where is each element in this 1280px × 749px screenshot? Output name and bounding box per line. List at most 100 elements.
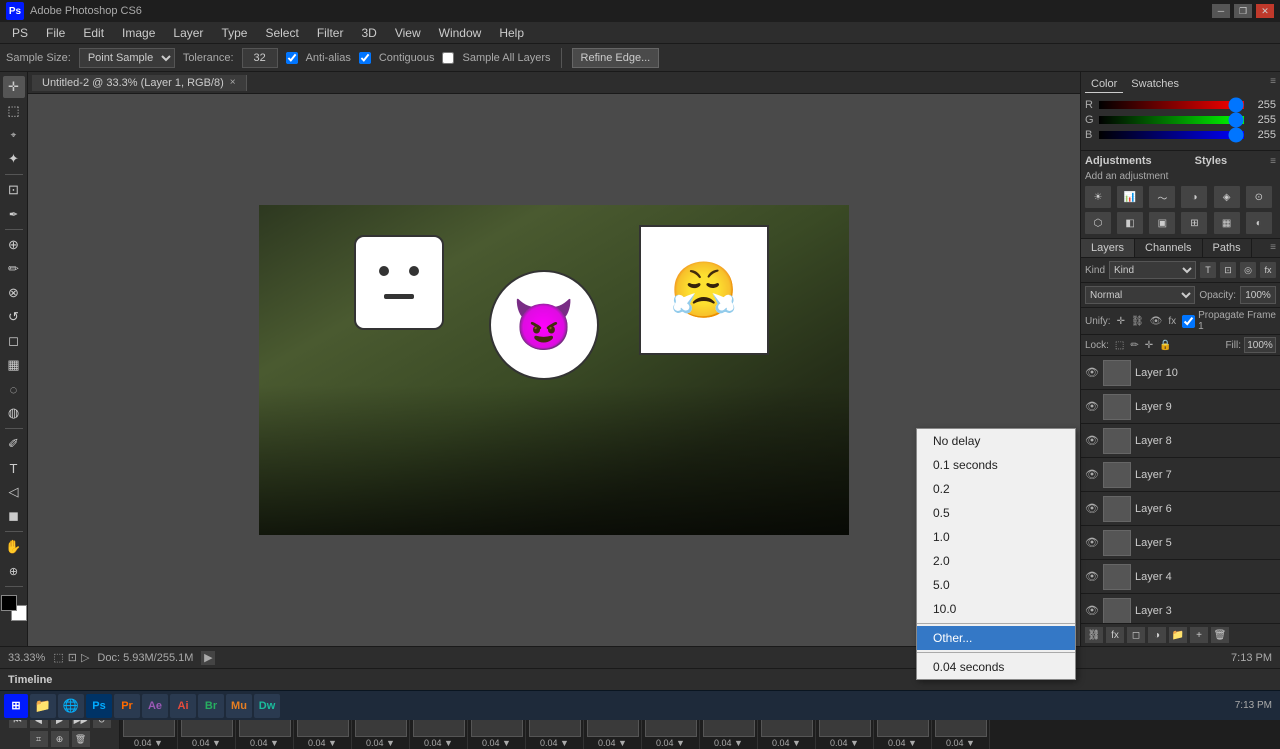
adj-invert[interactable]: ◐ (1246, 212, 1272, 234)
forward-button[interactable]: ▶ (201, 651, 215, 665)
menu-view[interactable]: View (387, 24, 429, 42)
delay-option-0-2[interactable]: 0.2 (917, 477, 1075, 501)
red-slider[interactable] (1099, 101, 1244, 109)
new-layer-button[interactable]: + (1190, 627, 1208, 643)
tab-channels[interactable]: Channels (1135, 239, 1202, 257)
filter-icon-3[interactable]: ◎ (1240, 262, 1256, 278)
blend-mode-select[interactable]: Normal (1085, 286, 1195, 304)
unify-pos-icon[interactable]: ✛ (1115, 315, 1127, 328)
lock-move-icon[interactable]: ✛ (1143, 339, 1155, 352)
sample-size-select[interactable]: Point Sample (79, 48, 175, 68)
frame-delay[interactable]: 0.04 ▼ (598, 738, 627, 748)
delay-option-2-0[interactable]: 2.0 (917, 549, 1075, 573)
tween-button[interactable]: ⌗ (30, 731, 48, 747)
sample-all-checkbox[interactable] (442, 52, 454, 64)
history-tool[interactable]: ↺ (3, 306, 25, 328)
status-icon-2[interactable]: ⊡ (68, 651, 77, 664)
restore-button[interactable]: ❐ (1234, 4, 1252, 18)
anti-alias-checkbox[interactable] (286, 52, 298, 64)
frame-delay[interactable]: 0.04 ▼ (482, 738, 511, 748)
fg-bg-colors[interactable] (1, 595, 27, 621)
new-group-button[interactable]: 📁 (1169, 627, 1187, 643)
menu-ps[interactable]: PS (4, 24, 36, 42)
layer-row[interactable]: 👁 Layer 6 (1081, 492, 1280, 526)
delay-option-0-04[interactable]: 0.04 seconds (917, 655, 1075, 679)
filter-icon-1[interactable]: T (1200, 262, 1216, 278)
taskbar-explorer[interactable]: 📁 (30, 694, 56, 718)
contiguous-checkbox[interactable] (359, 52, 371, 64)
taskbar-dw[interactable]: Dw (254, 694, 280, 718)
layer-row[interactable]: 👁 Layer 9 (1081, 390, 1280, 424)
layer-eye-icon[interactable]: 👁 (1085, 570, 1099, 583)
dodge-tool[interactable]: ◍ (3, 402, 25, 424)
tab-color[interactable]: Color (1085, 76, 1123, 93)
frame-delay[interactable]: 0.04 ▼ (424, 738, 453, 748)
taskbar-ae[interactable]: Ae (142, 694, 168, 718)
magic-wand-tool[interactable]: ✦ (3, 148, 25, 170)
text-tool[interactable]: T (3, 457, 25, 479)
foreground-color[interactable] (1, 595, 17, 611)
start-button[interactable]: ⊞ (4, 694, 28, 718)
close-button[interactable]: ✕ (1256, 4, 1274, 18)
adj-channelmixer[interactable]: ⊞ (1181, 212, 1207, 234)
green-slider[interactable] (1099, 116, 1244, 124)
frame-delay[interactable]: 0.04 ▼ (714, 738, 743, 748)
taskbar-ps[interactable]: Ps (86, 694, 112, 718)
delete-frame-button[interactable]: 🗑 (72, 731, 90, 747)
menu-window[interactable]: Window (431, 24, 490, 42)
new-adjustment-button[interactable]: ◑ (1148, 627, 1166, 643)
unify-link-icon[interactable]: ⛓ (1129, 315, 1146, 328)
adj-vibrance[interactable]: ◈ (1214, 186, 1240, 208)
taskbar-ai[interactable]: Ai (170, 694, 196, 718)
opacity-input[interactable] (1240, 286, 1276, 304)
adj-levels[interactable]: 📊 (1117, 186, 1143, 208)
frame-delay[interactable]: 0.04 ▼ (772, 738, 801, 748)
eyedropper-tool[interactable]: ✒ (3, 203, 25, 225)
clone-tool[interactable]: ⊗ (3, 282, 25, 304)
layer-eye-icon[interactable]: 👁 (1085, 536, 1099, 549)
unify-vis-icon[interactable]: 👁 (1148, 315, 1165, 328)
frame-delay[interactable]: 0.04 ▼ (134, 738, 163, 748)
unify-style-icon[interactable]: fx (1166, 315, 1178, 328)
move-tool[interactable]: ✛ (3, 76, 25, 98)
menu-file[interactable]: File (38, 24, 73, 42)
delay-option-0-5[interactable]: 0.5 (917, 501, 1075, 525)
menu-help[interactable]: Help (491, 24, 532, 42)
lock-all-icon[interactable]: 🔒 (1157, 339, 1173, 352)
link-layers-button[interactable]: ⛓ (1085, 627, 1103, 643)
duplicate-frame-button[interactable]: ⊕ (51, 731, 69, 747)
taskbar-br[interactable]: Br (198, 694, 224, 718)
document-tab[interactable]: Untitled-2 @ 33.3% (Layer 1, RGB/8) × (32, 75, 247, 91)
taskbar-pr[interactable]: Pr (114, 694, 140, 718)
frame-delay[interactable]: 0.04 ▼ (946, 738, 975, 748)
window-controls[interactable]: ─ ❐ ✕ (1212, 4, 1274, 18)
layer-eye-icon[interactable]: 👁 (1085, 366, 1099, 379)
status-icon-3[interactable]: ▷ (81, 651, 89, 664)
menu-image[interactable]: Image (114, 24, 163, 42)
layer-eye-icon[interactable]: 👁 (1085, 468, 1099, 481)
frame-delay[interactable]: 0.04 ▼ (250, 738, 279, 748)
frame-delay[interactable]: 0.04 ▼ (830, 738, 859, 748)
blur-tool[interactable]: ◌ (3, 378, 25, 400)
styles-tab[interactable]: Styles (1195, 155, 1227, 167)
refine-edge-button[interactable]: Refine Edge... (572, 48, 660, 68)
layers-collapse[interactable]: ≡ (1266, 239, 1280, 257)
add-style-button[interactable]: fx (1106, 627, 1124, 643)
heal-tool[interactable]: ⊕ (3, 234, 25, 256)
propagate-checkbox[interactable] (1182, 315, 1195, 328)
lasso-tool[interactable]: ⌖ (3, 124, 25, 146)
delete-layer-button[interactable]: 🗑 (1211, 627, 1229, 643)
adj-bw[interactable]: ◧ (1117, 212, 1143, 234)
frame-delay[interactable]: 0.04 ▼ (888, 738, 917, 748)
tab-paths[interactable]: Paths (1203, 239, 1252, 257)
layer-row[interactable]: 👁 Layer 5 (1081, 526, 1280, 560)
kind-filter-select[interactable]: Kind (1109, 261, 1196, 279)
gradient-tool[interactable]: ▦ (3, 354, 25, 376)
layer-eye-icon[interactable]: 👁 (1085, 604, 1099, 617)
layer-eye-icon[interactable]: 👁 (1085, 400, 1099, 413)
canvas[interactable]: 😈 😤 (259, 205, 849, 535)
pen-tool[interactable]: ✐ (3, 433, 25, 455)
menu-layer[interactable]: Layer (165, 24, 211, 42)
layer-row[interactable]: 👁 Layer 7 (1081, 458, 1280, 492)
brush-tool[interactable]: ✏ (3, 258, 25, 280)
